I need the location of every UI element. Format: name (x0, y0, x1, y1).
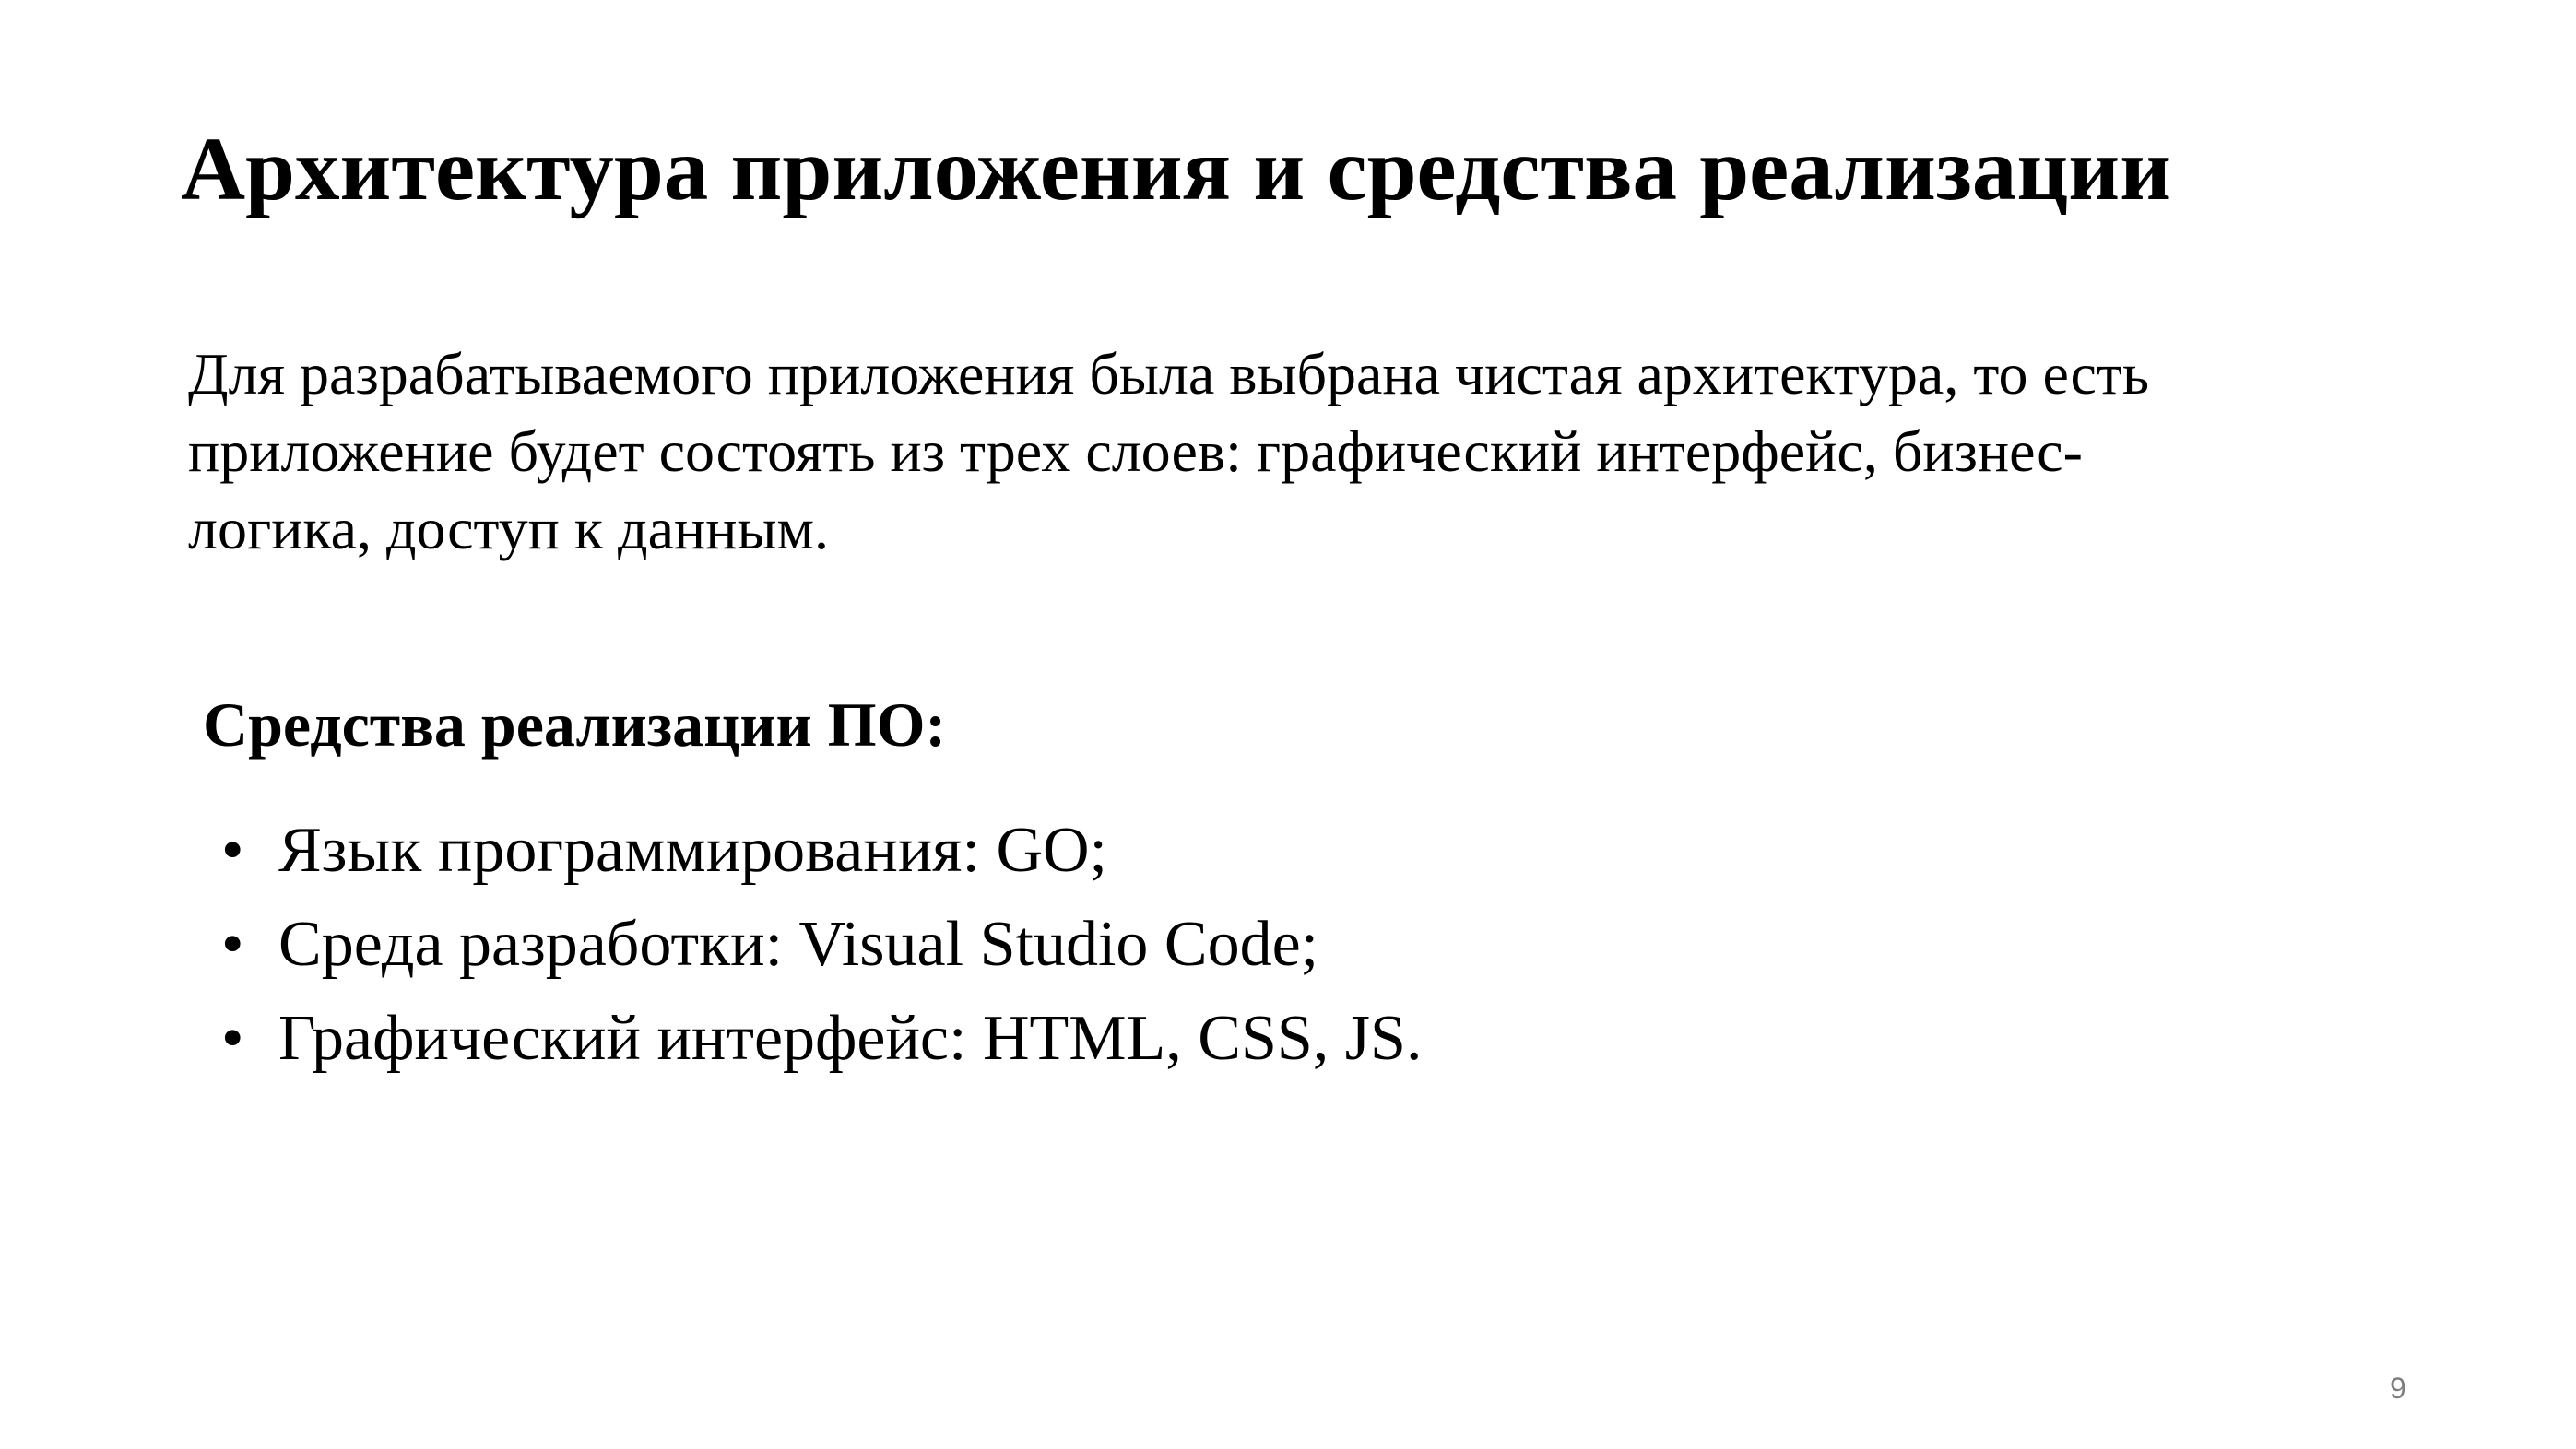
intro-line: Для разрабатываемого приложения была выб… (188, 341, 2149, 406)
bullet-icon: • (221, 909, 244, 980)
tools-list: • Язык программирования: GO; • Среда раз… (221, 804, 1422, 1086)
bullet-icon: • (221, 815, 244, 886)
list-item: • Графический интерфейс: HTML, CSS, JS. (221, 992, 1422, 1086)
page-number: 9 (2390, 1372, 2406, 1405)
intro-line: приложение будет состоять из трех слоев:… (188, 418, 2083, 484)
intro-line: логика, доступ к данным. (188, 496, 829, 561)
list-item-text: Язык программирования: GO; (278, 815, 1107, 886)
bullet-icon: • (221, 1003, 244, 1074)
list-item: • Язык программирования: GO; (221, 804, 1422, 898)
slide-title: Архитектура приложения и средства реализ… (181, 120, 2172, 218)
intro-paragraph: Для разрабатываемого приложения была выб… (188, 336, 2263, 568)
tools-heading: Средства реализации ПО: (203, 689, 947, 760)
list-item-text: Среда разработки: Visual Studio Code; (278, 909, 1319, 980)
list-item: • Среда разработки: Visual Studio Code; (221, 898, 1422, 992)
list-item-text: Графический интерфейс: HTML, CSS, JS. (278, 1003, 1423, 1074)
slide: Архитектура приложения и средства реализ… (0, 0, 2576, 1449)
